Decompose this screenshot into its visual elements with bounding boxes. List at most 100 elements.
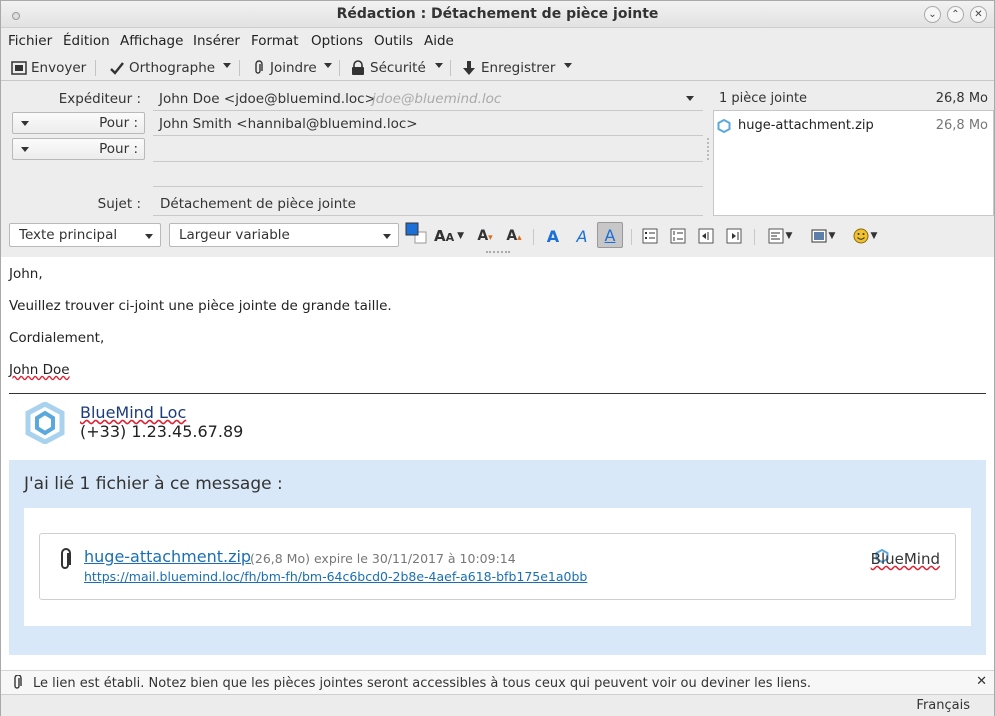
chevron-down-icon: ▼ bbox=[828, 231, 836, 241]
compose-toolbar: Envoyer Orthographe Joindre Sécurité Enr… bbox=[1, 53, 994, 81]
bullet-list-button[interactable] bbox=[641, 225, 659, 247]
security-dropdown-icon[interactable] bbox=[435, 63, 443, 68]
indent-icon bbox=[726, 228, 742, 244]
toolbar-separator bbox=[95, 60, 96, 76]
to-field-1[interactable]: John Smith <hannibal@bluemind.loc> bbox=[159, 116, 418, 132]
body-line: Cordialement, bbox=[9, 330, 105, 346]
status-bar: Français bbox=[1, 694, 994, 716]
menu-format[interactable]: Format bbox=[251, 33, 299, 49]
attachment-item[interactable]: huge-attachment.zip 26,8 Mo bbox=[717, 118, 989, 136]
recipient-type-select-2[interactable]: Pour : bbox=[12, 138, 145, 160]
save-label: Enregistrer bbox=[481, 60, 556, 76]
toolbar-separator bbox=[239, 60, 240, 76]
chevron-down-icon: ▼ bbox=[870, 231, 878, 241]
address-list-bottom bbox=[153, 186, 703, 187]
linked-files-inner: huge-attachment.zip (26,8 Mo) expire le … bbox=[24, 508, 971, 626]
window-title: Rédaction : Détachement de pièce jointe bbox=[336, 6, 659, 22]
font-select[interactable]: Largeur variable bbox=[169, 223, 399, 247]
paperclip-icon bbox=[250, 60, 266, 76]
maximize-button[interactable]: ⌃ bbox=[947, 6, 964, 23]
recipient-type-label: Pour : bbox=[99, 115, 138, 131]
attachment-summary: 1 pièce jointe 26,8 Mo bbox=[719, 91, 988, 106]
underline-icon: A bbox=[604, 225, 616, 245]
save-button[interactable]: Enregistrer bbox=[461, 58, 555, 78]
toolbar-separator bbox=[450, 60, 451, 76]
menu-outils[interactable]: Outils bbox=[374, 33, 413, 49]
to-underline-1 bbox=[153, 135, 703, 136]
compose-window: Rédaction : Détachement de pièce jointe … bbox=[0, 0, 995, 716]
from-dropdown-icon[interactable] bbox=[686, 96, 694, 101]
recipient-type-label: Pour : bbox=[99, 141, 138, 157]
bullet-list-icon bbox=[642, 228, 658, 244]
attachment-size: 26,8 Mo bbox=[935, 118, 988, 133]
larger-font-icon: A▴ bbox=[506, 228, 522, 244]
font-value: Largeur variable bbox=[179, 227, 290, 243]
spelling-button[interactable]: Orthographe bbox=[109, 58, 215, 78]
text-color-picker[interactable] bbox=[405, 222, 427, 245]
from-field[interactable]: John Doe <jdoe@bluemind.loc> bbox=[159, 91, 376, 107]
attach-dropdown-icon[interactable] bbox=[324, 63, 332, 68]
subject-label: Sujet : bbox=[97, 196, 141, 212]
send-button[interactable]: Envoyer bbox=[11, 58, 86, 78]
underline-button[interactable]: A bbox=[597, 222, 623, 248]
smaller-font-button[interactable]: A▾ bbox=[475, 225, 495, 247]
attach-button[interactable]: Joindre bbox=[250, 58, 317, 78]
numbered-list-button[interactable] bbox=[669, 225, 687, 247]
download-arrow-icon bbox=[461, 60, 477, 76]
linked-files-title: J'ai lié 1 fichier à ce message : bbox=[24, 474, 283, 494]
menu-edition[interactable]: Édition bbox=[63, 33, 110, 49]
close-button[interactable]: ✕ bbox=[970, 6, 987, 23]
recipient-type-select-1[interactable]: Pour : bbox=[12, 112, 145, 134]
smaller-font-icon: A▾ bbox=[477, 228, 493, 244]
body-line: John, bbox=[9, 266, 43, 282]
paperclip-icon bbox=[11, 674, 23, 695]
menu-aide[interactable]: Aide bbox=[424, 33, 454, 49]
larger-font-button[interactable]: A▴ bbox=[504, 225, 524, 247]
linked-file-name-link[interactable]: huge-attachment.zip bbox=[84, 547, 251, 566]
notification-bar: Le lien est établi. Notez bien que les p… bbox=[1, 670, 994, 694]
to-underline-2 bbox=[153, 161, 703, 162]
menu-fichier[interactable]: Fichier bbox=[8, 33, 52, 49]
notification-text: Le lien est établi. Notez bien que les p… bbox=[33, 676, 812, 691]
checkmark-icon bbox=[109, 60, 125, 76]
menu-bar: Fichier Édition Affichage Insérer Format… bbox=[1, 29, 994, 53]
save-dropdown-icon[interactable] bbox=[564, 63, 572, 68]
paragraph-style-select[interactable]: Texte principal bbox=[9, 223, 161, 247]
linked-file-url[interactable]: https://mail.bluemind.loc/fh/bm-fh/bm-64… bbox=[84, 569, 587, 584]
outdent-button[interactable] bbox=[697, 225, 715, 247]
menu-affichage[interactable]: Affichage bbox=[120, 33, 183, 49]
chevron-down-icon bbox=[145, 234, 153, 239]
from-identity: jdoe@bluemind.loc bbox=[372, 91, 502, 107]
subject-field[interactable]: Détachement de pièce jointe bbox=[160, 196, 356, 212]
security-button[interactable]: Sécurité bbox=[350, 58, 426, 78]
smiley-button[interactable]: ▼ bbox=[850, 225, 880, 247]
bold-icon: A bbox=[546, 226, 560, 246]
subject-underline bbox=[153, 215, 703, 216]
body-splitter[interactable] bbox=[486, 251, 510, 253]
align-button[interactable]: ▼ bbox=[765, 225, 795, 247]
menu-options[interactable]: Options bbox=[311, 33, 363, 49]
chevron-down-icon bbox=[21, 147, 29, 152]
indent-button[interactable] bbox=[725, 225, 743, 247]
italic-button[interactable]: A bbox=[572, 225, 592, 247]
toolbar-separator bbox=[339, 60, 340, 76]
font-size-button[interactable]: AA ▼ bbox=[433, 225, 465, 247]
paperclip-icon bbox=[58, 548, 74, 576]
close-notification-icon[interactable]: ✕ bbox=[976, 674, 987, 689]
message-body-editor[interactable]: John, Veuillez trouver ci-joint une pièc… bbox=[1, 257, 994, 670]
menu-inserer[interactable]: Insérer bbox=[193, 33, 240, 49]
attachment-count: 1 pièce jointe bbox=[719, 91, 808, 106]
linked-file-meta: (26,8 Mo) expire le 30/11/2017 à 10:09:1… bbox=[250, 551, 516, 566]
attachment-total-size: 26,8 Mo bbox=[935, 91, 988, 106]
attach-label: Joindre bbox=[270, 60, 317, 76]
align-icon bbox=[768, 228, 784, 244]
format-separator bbox=[533, 229, 534, 245]
linked-files-box: J'ai lié 1 fichier à ce message : huge-a… bbox=[9, 460, 986, 655]
insert-image-button[interactable]: ▼ bbox=[808, 225, 838, 247]
spelling-dropdown-icon[interactable] bbox=[223, 63, 231, 68]
title-bar: Rédaction : Détachement de pièce jointe … bbox=[1, 1, 994, 28]
language-indicator[interactable]: Français bbox=[916, 698, 970, 713]
bold-button[interactable]: A bbox=[543, 225, 563, 247]
minimize-button[interactable]: ⌄ bbox=[924, 6, 941, 23]
attachment-splitter[interactable] bbox=[707, 138, 710, 160]
